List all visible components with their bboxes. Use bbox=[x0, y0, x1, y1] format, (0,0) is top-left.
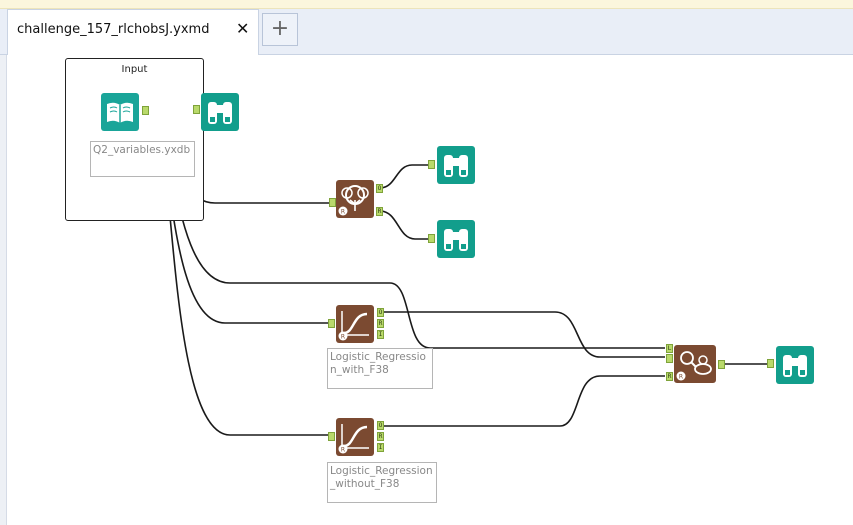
browse2-input-anchor[interactable] bbox=[428, 160, 435, 169]
tab-workflow[interactable]: challenge_157_rlchobsJ.yxmd ✕ bbox=[7, 9, 259, 55]
logwithout-output-o-anchor[interactable]: O bbox=[377, 421, 384, 430]
tab-title: challenge_157_rlchobsJ.yxmd bbox=[17, 22, 210, 37]
logwith-output-r-anchor[interactable]: R bbox=[377, 319, 384, 328]
top-strip bbox=[0, 0, 853, 9]
score-input-l-anchor[interactable]: L bbox=[666, 344, 673, 353]
score-output-anchor[interactable] bbox=[718, 360, 725, 369]
model-output-o-anchor[interactable]: O bbox=[376, 184, 383, 193]
svg-text:R: R bbox=[341, 447, 345, 454]
workflow-canvas[interactable]: Input Q2_variables.yxdb R O R R O R I Lo… bbox=[0, 55, 853, 525]
svg-text:R: R bbox=[341, 334, 345, 341]
close-icon[interactable]: ✕ bbox=[236, 19, 249, 38]
browse-tool-1[interactable] bbox=[201, 93, 239, 131]
logwithout-output-r-anchor[interactable]: R bbox=[377, 432, 384, 441]
browse3-input-anchor[interactable] bbox=[428, 234, 435, 243]
svg-text:R: R bbox=[341, 209, 345, 216]
score-input-2-anchor[interactable] bbox=[666, 354, 673, 363]
browse4-input-anchor[interactable] bbox=[767, 359, 774, 368]
logwithout-input-anchor[interactable] bbox=[328, 432, 335, 441]
binoculars-icon bbox=[201, 93, 239, 131]
svg-text:R: R bbox=[679, 374, 683, 381]
wire-model-browse2 bbox=[379, 164, 428, 189]
container-title: Input bbox=[121, 64, 148, 75]
binoculars-icon bbox=[776, 346, 814, 384]
model-comparison-icon: R bbox=[674, 345, 716, 383]
model-output-r-anchor[interactable]: R bbox=[376, 207, 383, 216]
browse1-input-anchor[interactable] bbox=[193, 105, 200, 114]
browse-tool-2[interactable] bbox=[437, 146, 475, 184]
browse-tool-4[interactable] bbox=[776, 346, 814, 384]
tree-model-icon: R bbox=[336, 180, 374, 218]
logwithout-tool-label: Logistic_Regression_without_F38 bbox=[327, 462, 437, 503]
predictive-model-tool[interactable]: R bbox=[336, 180, 374, 218]
logistic-curve-icon: R bbox=[336, 305, 374, 343]
logwith-tool-label: Logistic_Regression_with_F38 bbox=[327, 348, 433, 389]
input-container[interactable]: Input bbox=[65, 58, 204, 221]
input-output-anchor[interactable] bbox=[142, 106, 149, 115]
logwith-output-o-anchor[interactable]: O bbox=[377, 308, 384, 317]
book-icon bbox=[101, 93, 139, 131]
model-input-anchor[interactable] bbox=[329, 198, 336, 207]
binoculars-icon bbox=[437, 220, 475, 258]
input-data-tool[interactable] bbox=[101, 93, 139, 131]
wire-model-browse3 bbox=[379, 210, 428, 240]
input-tool-label: Q2_variables.yxdb bbox=[90, 141, 195, 177]
logistic-regression-with-tool[interactable]: R bbox=[336, 305, 374, 343]
logistic-regression-without-tool[interactable]: R bbox=[336, 418, 374, 456]
logistic-curve-icon: R bbox=[336, 418, 374, 456]
model-comparison-tool[interactable]: R bbox=[674, 345, 716, 383]
add-tab-button[interactable]: + bbox=[262, 13, 298, 46]
browse-tool-3[interactable] bbox=[437, 220, 475, 258]
logwith-output-i-anchor[interactable]: I bbox=[377, 330, 384, 339]
logwith-input-anchor[interactable] bbox=[328, 319, 335, 328]
logwithout-output-i-anchor[interactable]: I bbox=[377, 443, 384, 452]
score-input-r-anchor[interactable]: R bbox=[666, 372, 673, 381]
binoculars-icon bbox=[437, 146, 475, 184]
